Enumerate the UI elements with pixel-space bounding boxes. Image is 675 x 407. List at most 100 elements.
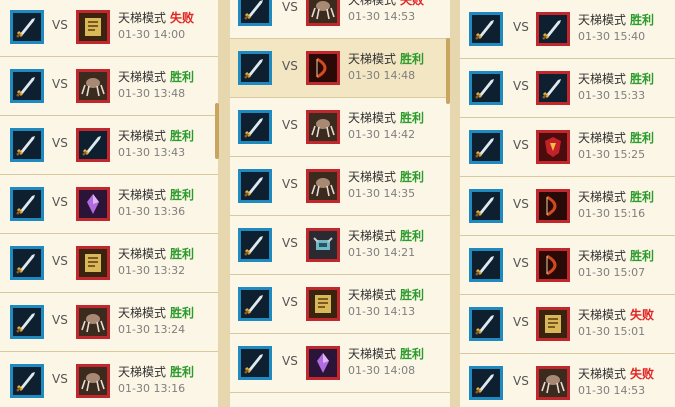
match-row[interactable]: VS 天梯模式 胜利 01-30 15:25 [460, 118, 675, 177]
match-row[interactable]: VS 天梯模式 胜利 01-30 13:16 [0, 352, 218, 407]
vs-label: VS [282, 177, 298, 191]
match-row[interactable]: VS 天梯模式 胜利 01-30 14:42 [230, 98, 450, 157]
match-time: 01-30 15:25 [578, 148, 646, 161]
match-row[interactable]: VS 天梯模式 胜利 01-30 13:36 [0, 175, 218, 234]
bow-icon [536, 248, 570, 282]
player-hero-icon [10, 305, 44, 339]
scrollbar-thumb[interactable] [446, 38, 450, 104]
match-time: 01-30 13:16 [118, 382, 186, 395]
match-time: 01-30 15:40 [578, 30, 646, 43]
game-mode-label: 天梯模式 [118, 129, 167, 143]
match-time: 01-30 13:32 [118, 264, 186, 277]
purple-crystal-icon [306, 346, 340, 380]
match-row[interactable]: VS 天梯模式 胜利 01-30 15:07 [460, 236, 675, 295]
match-result: 胜利 [170, 188, 195, 202]
match-time: 01-30 14:53 [348, 10, 416, 23]
match-result: 胜利 [400, 347, 425, 361]
player-hero-icon [10, 187, 44, 221]
mech-icon [306, 228, 340, 262]
match-result: 胜利 [630, 72, 655, 86]
match-row[interactable]: VS 天梯模式 胜利 01-30 14:21 [230, 216, 450, 275]
game-mode-label: 天梯模式 [348, 111, 397, 125]
match-time: 01-30 15:01 [578, 325, 646, 338]
vs-label: VS [282, 354, 298, 368]
vs-label: VS [52, 313, 68, 327]
rune-icon [536, 130, 570, 164]
match-time: 01-30 14:08 [348, 364, 416, 377]
scrollbar-thumb[interactable] [215, 103, 219, 159]
vs-label: VS [52, 254, 68, 268]
player-hero-icon [469, 366, 503, 400]
column-divider [450, 0, 460, 407]
match-result: 胜利 [630, 190, 655, 204]
match-result: 胜利 [400, 52, 425, 66]
player-hero-icon [10, 246, 44, 280]
vs-label: VS [513, 20, 529, 34]
game-mode-label: 天梯模式 [348, 170, 397, 184]
game-mode-label: 天梯模式 [118, 247, 167, 261]
vs-label: VS [52, 372, 68, 386]
game-mode-label: 天梯模式 [578, 249, 627, 263]
match-time: 01-30 15:07 [578, 266, 646, 279]
player-hero-icon [238, 110, 272, 144]
match-time: 01-30 15:16 [578, 207, 646, 220]
match-row[interactable]: VS 天梯模式 失败 01-30 15:01 [460, 295, 675, 354]
match-row[interactable]: VS 天梯模式 胜利 01-30 13:48 [0, 57, 218, 116]
match-row[interactable]: VS 天梯模式 胜利 01-30 13:32 [0, 234, 218, 293]
vs-label: VS [52, 77, 68, 91]
game-mode-label: 天梯模式 [578, 13, 627, 27]
sword-icon [76, 128, 110, 162]
match-row[interactable]: VS 天梯模式 失败 01-30 14:00 [0, 0, 218, 57]
player-hero-icon [238, 0, 272, 26]
vs-label: VS [513, 79, 529, 93]
match-time: 01-30 14:53 [578, 384, 646, 397]
match-result: 胜利 [170, 365, 195, 379]
vs-label: VS [52, 195, 68, 209]
player-hero-icon [469, 12, 503, 46]
vs-label: VS [282, 295, 298, 309]
player-hero-icon [238, 169, 272, 203]
match-list-column-1[interactable]: VS 天梯模式 失败 01-30 14:00 VS 天梯模式 胜利 01-30 13:48 VS… [0, 0, 218, 407]
vs-label: VS [282, 236, 298, 250]
match-row[interactable]: VS 天梯模式 胜利 01-30 13:24 [0, 293, 218, 352]
match-row[interactable]: VS 天梯模式 胜利 01-30 15:40 [460, 0, 675, 59]
match-row[interactable]: VS 天梯模式 失败 01-30 14:53 [230, 0, 450, 39]
match-row[interactable]: VS 天梯模式 胜利 01-30 15:33 [460, 59, 675, 118]
player-hero-icon [469, 130, 503, 164]
match-row[interactable]: VS 天梯模式 胜利 01-30 14:35 [230, 157, 450, 216]
match-list-column-2[interactable]: VS 天梯模式 失败 01-30 14:53 VS 天梯模式 胜利 01-30 14:48 VS… [230, 0, 450, 407]
vs-label: VS [282, 118, 298, 132]
vs-label: VS [513, 315, 529, 329]
match-time: 01-30 15:33 [578, 89, 646, 102]
match-row[interactable]: VS 天梯模式 失败 01-30 14:53 [460, 354, 675, 407]
match-list-column-3[interactable]: VS 天梯模式 胜利 01-30 15:40 VS 天梯模式 胜利 01-30 15:33 VS… [460, 0, 675, 407]
game-mode-label: 天梯模式 [118, 11, 167, 25]
match-result: 胜利 [400, 288, 425, 302]
match-result: 失败 [630, 367, 655, 381]
player-hero-icon [10, 128, 44, 162]
spider-icon [306, 169, 340, 203]
match-row[interactable]: VS 天梯模式 胜利 01-30 14:48 [230, 39, 450, 98]
match-time: 01-30 14:00 [118, 28, 186, 41]
scroll-icon [76, 10, 110, 44]
game-mode-label: 天梯模式 [118, 306, 167, 320]
match-result: 胜利 [170, 247, 195, 261]
spider-icon [536, 366, 570, 400]
player-hero-icon [238, 287, 272, 321]
scroll-icon [536, 307, 570, 341]
match-row[interactable]: VS 天梯模式 胜利 01-30 13:43 [0, 116, 218, 175]
spider-icon [306, 110, 340, 144]
match-result: 胜利 [170, 306, 195, 320]
game-mode-label: 天梯模式 [348, 52, 397, 66]
vs-label: VS [513, 197, 529, 211]
bow-icon [536, 189, 570, 223]
column-divider [218, 0, 230, 407]
match-result: 胜利 [170, 129, 195, 143]
match-row[interactable]: VS 天梯模式 胜利 01-30 15:16 [460, 177, 675, 236]
player-hero-icon [238, 346, 272, 380]
game-mode-label: 天梯模式 [578, 131, 627, 145]
player-hero-icon [469, 248, 503, 282]
match-row[interactable]: VS 天梯模式 胜利 01-30 14:13 [230, 275, 450, 334]
match-row[interactable]: VS 天梯模式 胜利 01-30 14:08 [230, 334, 450, 393]
match-result: 胜利 [400, 229, 425, 243]
